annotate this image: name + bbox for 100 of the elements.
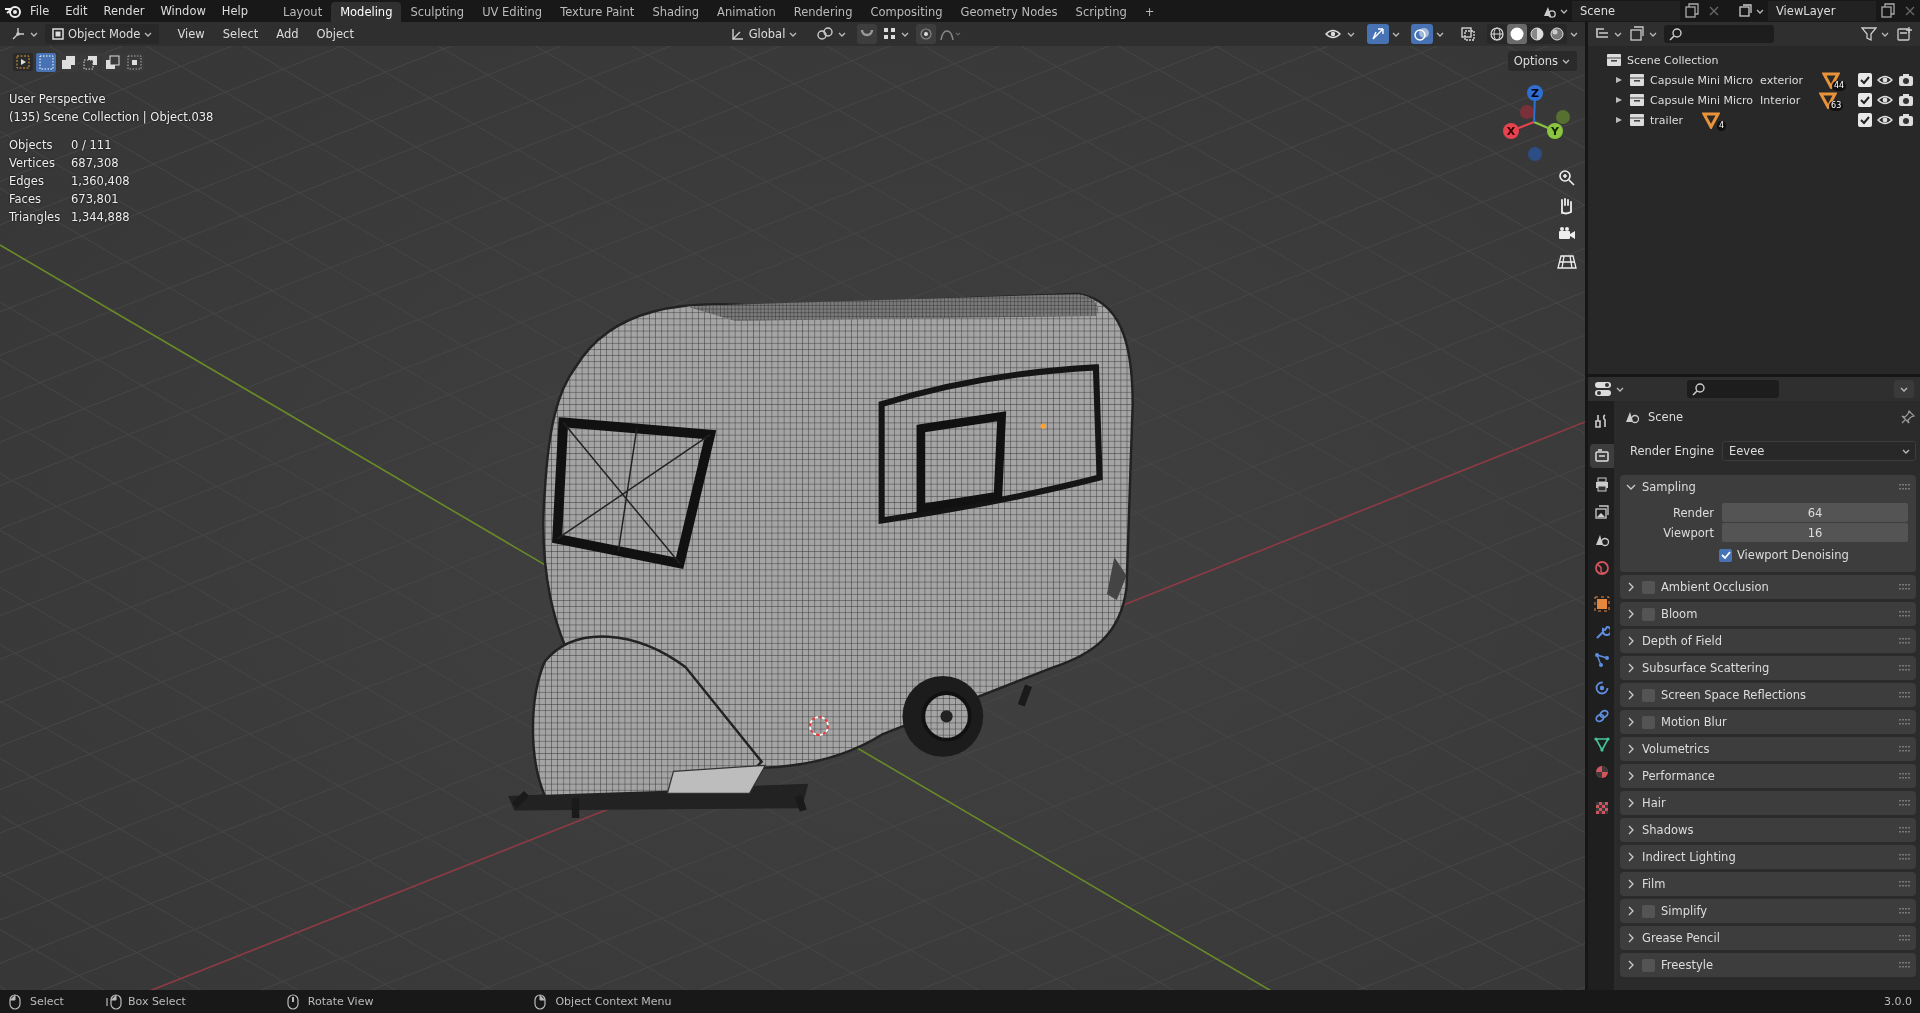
drag-grip-icon[interactable] (1899, 961, 1910, 969)
drag-grip-icon[interactable] (1899, 664, 1910, 672)
panel-header[interactable]: Bloom (1620, 602, 1916, 626)
add-workspace-button[interactable]: + (1135, 2, 1164, 22)
camera-icon[interactable] (1898, 92, 1914, 108)
drag-grip-icon[interactable] (1899, 637, 1910, 645)
camera-icon[interactable] (1898, 112, 1914, 128)
tree-item[interactable]: Capsule Mini Micro exterior (1650, 73, 1804, 87)
panel-header[interactable]: Simplify (1620, 899, 1916, 923)
blender-logo-icon[interactable] (4, 3, 22, 19)
tree-item[interactable]: Capsule Mini Micro Interior (1650, 93, 1801, 107)
workspace-tab[interactable]: Geometry Nodes (951, 2, 1067, 22)
render-engine-dropdown[interactable]: Eevee (1722, 441, 1916, 461)
search-field[interactable] (1687, 380, 1779, 398)
panel-header[interactable]: Ambient Occlusion (1620, 575, 1916, 599)
menu-item[interactable]: Select (214, 24, 267, 44)
mode-dropdown[interactable]: Object Mode (45, 24, 160, 44)
drag-grip-icon[interactable] (1899, 799, 1910, 807)
workspace-tab[interactable]: Compositing (861, 2, 952, 22)
drag-grip-icon[interactable] (1899, 745, 1910, 753)
drag-grip-icon[interactable] (1899, 772, 1910, 780)
menu-item[interactable]: Help (213, 1, 257, 21)
options-dropdown[interactable]: Options (1507, 51, 1577, 71)
y-axis-handle[interactable]: Y (1533, 121, 1563, 139)
scene-field[interactable]: Scene (1572, 1, 1680, 21)
panel-header[interactable]: Screen Space Reflections (1620, 683, 1916, 707)
triangle-icon[interactable] (1702, 111, 1720, 129)
properties-tab[interactable] (1590, 444, 1614, 468)
menu-item[interactable]: View (169, 24, 213, 44)
shading-button[interactable] (1487, 24, 1507, 44)
panel-header[interactable]: Grease Pencil (1620, 926, 1916, 950)
panel-header[interactable]: Subsurface Scattering (1620, 656, 1916, 680)
camera-icon[interactable] (1898, 72, 1914, 88)
select-mode-button[interactable] (36, 52, 56, 72)
duplicate-icon[interactable] (1878, 1, 1898, 21)
include-checkbox[interactable] (1858, 73, 1872, 87)
workspace-tab[interactable]: Layout (274, 2, 332, 22)
magnet-icon[interactable] (857, 24, 878, 44)
search-field[interactable] (1664, 25, 1774, 43)
filter-button[interactable] (1861, 26, 1890, 42)
drag-grip-icon[interactable] (1899, 691, 1910, 699)
workspace-tab[interactable]: Shading (643, 2, 709, 22)
number-field[interactable]: 16 (1722, 523, 1908, 542)
include-checkbox[interactable] (1858, 93, 1872, 107)
negative-axis-handle[interactable] (1556, 110, 1570, 124)
menu-item[interactable]: Window (152, 1, 214, 21)
select-mode-button[interactable] (80, 52, 100, 72)
panel-header[interactable]: Volumetrics (1620, 737, 1916, 761)
workspace-tab[interactable]: UV Editing (473, 2, 552, 22)
tree-item[interactable]: trailer (1650, 113, 1683, 127)
select-mode-button[interactable] (102, 52, 122, 72)
panel-header[interactable]: Indirect Lighting (1620, 845, 1916, 869)
tree-item[interactable]: Scene Collection (1627, 53, 1719, 67)
menu-item[interactable]: Add (268, 24, 307, 44)
shading-button[interactable] (1527, 24, 1547, 44)
drag-grip-icon[interactable] (1899, 483, 1910, 491)
panel-header[interactable]: Motion Blur (1620, 710, 1916, 734)
orientation-dropdown[interactable]: Global (721, 24, 807, 44)
drag-grip-icon[interactable] (1899, 907, 1910, 915)
drag-grip-icon[interactable] (1899, 583, 1910, 591)
panel-header[interactable]: Freestyle (1620, 953, 1916, 977)
display-mode-button[interactable] (1629, 26, 1658, 42)
shading-button[interactable] (1507, 24, 1527, 44)
menu-item[interactable]: File (22, 1, 58, 21)
z-axis-handle[interactable]: Z (1527, 85, 1543, 123)
workspace-tab[interactable]: Texture Paint (551, 2, 644, 22)
new-collection-icon[interactable] (1896, 25, 1914, 43)
drag-grip-icon[interactable] (1899, 853, 1910, 861)
panel-header[interactable]: Film (1620, 872, 1916, 896)
menu-item[interactable]: Edit (57, 1, 96, 21)
select-mode-button[interactable] (58, 52, 78, 72)
3d-cursor-icon[interactable] (809, 716, 829, 736)
menu-item[interactable]: Render (95, 1, 153, 21)
gizmo-toggle[interactable] (1367, 24, 1389, 44)
view-layer-field[interactable]: ViewLayer (1768, 1, 1876, 21)
editor-type-button[interactable] (1594, 381, 1625, 397)
number-field[interactable]: 64 (1722, 503, 1908, 522)
x-axis-handle[interactable]: X (1503, 121, 1535, 139)
panel-header[interactable]: Sampling (1620, 475, 1916, 499)
menu-item[interactable]: Object (308, 24, 362, 44)
select-tool-icon[interactable] (12, 52, 34, 72)
drag-grip-icon[interactable] (1899, 934, 1910, 942)
checkbox[interactable] (1719, 548, 1732, 562)
workspace-tab[interactable]: Modeling (331, 2, 402, 22)
drag-grip-icon[interactable] (1899, 880, 1910, 888)
duplicate-icon[interactable] (1682, 1, 1702, 21)
negative-axis-handle[interactable] (1528, 147, 1542, 161)
negative-axis-handle[interactable] (1520, 105, 1534, 119)
panel-header[interactable]: Hair (1620, 791, 1916, 815)
drag-grip-icon[interactable] (1899, 610, 1910, 618)
proportional-icon[interactable] (916, 24, 937, 44)
workspace-tab[interactable]: Scripting (1066, 2, 1136, 22)
drag-grip-icon[interactable] (1899, 826, 1910, 834)
panel-header[interactable]: Performance (1620, 764, 1916, 788)
workspace-tab[interactable]: Animation (708, 2, 785, 22)
panel-header[interactable]: Depth of Field (1620, 629, 1916, 653)
workspace-tab[interactable]: Rendering (784, 2, 862, 22)
include-checkbox[interactable] (1858, 113, 1872, 127)
panel-header[interactable]: Shadows (1620, 818, 1916, 842)
drag-grip-icon[interactable] (1899, 718, 1910, 726)
